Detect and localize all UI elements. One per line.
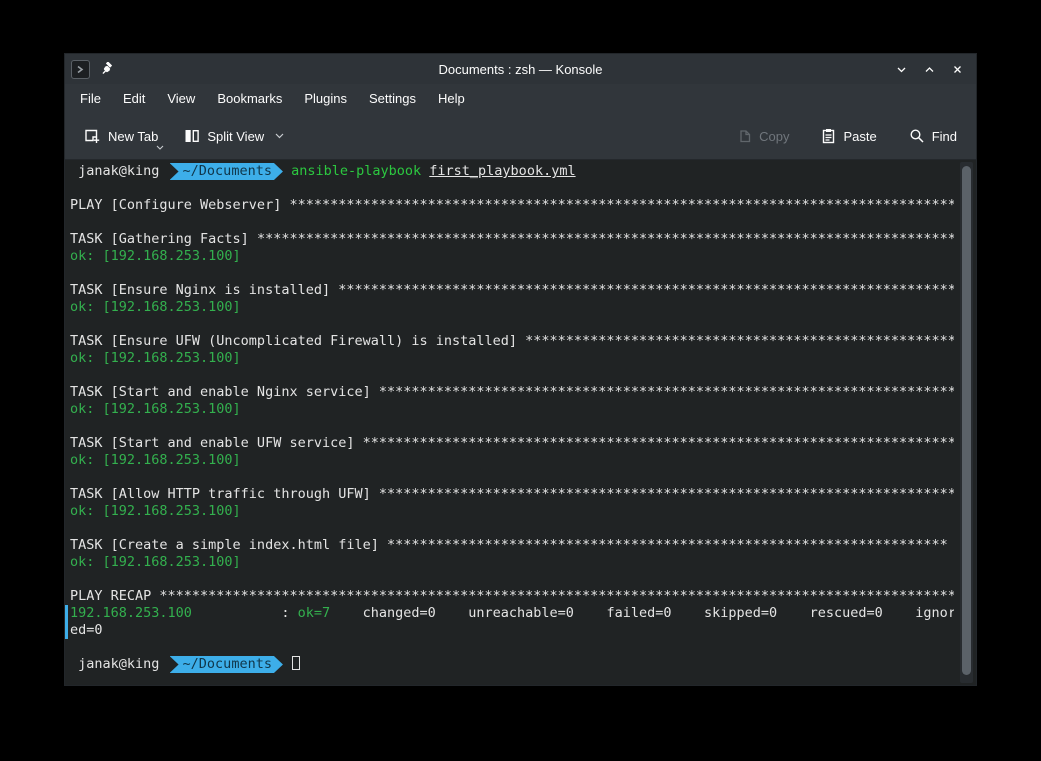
terminal-area[interactable]: janak@king ~/Documents ansible-playbook … xyxy=(65,159,976,685)
copy-label: Copy xyxy=(759,129,789,144)
new-output-marker xyxy=(65,605,68,639)
close-button[interactable] xyxy=(948,60,966,78)
new-tab-label: New Tab xyxy=(108,129,158,144)
terminal-line xyxy=(70,316,954,333)
paste-button[interactable]: Paste xyxy=(812,121,885,151)
menu-file[interactable]: File xyxy=(69,87,112,110)
menu-view[interactable]: View xyxy=(156,87,206,110)
pin-icon[interactable] xyxy=(98,60,116,78)
terminal-line: ok: [192.168.253.100] xyxy=(70,503,954,520)
copy-icon xyxy=(737,128,752,144)
terminal-line: janak@king ~/Documents xyxy=(70,656,954,673)
split-view-label: Split View xyxy=(207,129,264,144)
terminal-line xyxy=(70,639,954,656)
terminal-line: ok: [192.168.253.100] xyxy=(70,299,954,316)
terminal-line xyxy=(70,571,954,588)
terminal-line: ok: [192.168.253.100] xyxy=(70,401,954,418)
terminal-line: TASK [Gathering Facts] *****************… xyxy=(70,231,954,248)
scrollbar-thumb[interactable] xyxy=(962,166,971,675)
terminal-line xyxy=(70,180,954,197)
menubar: File Edit View Bookmarks Plugins Setting… xyxy=(65,84,976,113)
menu-edit[interactable]: Edit xyxy=(112,87,156,110)
split-view-icon xyxy=(184,128,200,144)
terminal-line: ok: [192.168.253.100] xyxy=(70,248,954,265)
menu-plugins[interactable]: Plugins xyxy=(293,87,358,110)
menu-bookmarks[interactable]: Bookmarks xyxy=(206,87,293,110)
minimize-button[interactable] xyxy=(892,60,910,78)
powerline-path-badge: ~/Documents xyxy=(170,656,283,673)
konsole-window: Documents : zsh — Konsole File Edit View… xyxy=(64,53,977,686)
terminal-line xyxy=(70,265,954,282)
split-view-button[interactable]: Split View xyxy=(175,121,293,151)
terminal-line: 192.168.253.100 : ok=7 changed=0 unreach… xyxy=(70,605,954,622)
terminal-line: TASK [Start and enable UFW service] ****… xyxy=(70,435,954,452)
find-icon xyxy=(909,128,925,144)
new-tab-icon xyxy=(84,128,101,144)
terminal-line: ok: [192.168.253.100] xyxy=(70,350,954,367)
menu-help[interactable]: Help xyxy=(427,87,476,110)
terminal-line: TASK [Ensure UFW (Uncomplicated Firewall… xyxy=(70,333,954,350)
terminal-prompt-glyph xyxy=(75,64,86,75)
new-tab-button[interactable]: New Tab xyxy=(75,121,167,151)
terminal-line: TASK [Create a simple index.html file] *… xyxy=(70,537,954,554)
terminal-line xyxy=(70,418,954,435)
terminal-line: ed=0 xyxy=(70,622,954,639)
split-view-dropdown-chevron xyxy=(275,133,284,139)
terminal-line xyxy=(70,367,954,384)
window-title: Documents : zsh — Konsole xyxy=(65,62,976,77)
copy-button[interactable]: Copy xyxy=(728,121,798,151)
terminal-line: TASK [Allow HTTP traffic through UFW] **… xyxy=(70,486,954,503)
terminal-line: TASK [Ensure Nginx is installed] *******… xyxy=(70,282,954,299)
terminal-cursor xyxy=(292,656,300,670)
terminal-output: janak@king ~/Documents ansible-playbook … xyxy=(70,163,954,685)
terminal-line: ok: [192.168.253.100] xyxy=(70,554,954,571)
find-button[interactable]: Find xyxy=(900,121,966,151)
toolbar: New Tab Split View Copy xyxy=(65,113,976,159)
terminal-line: PLAY [Configure Webserver] *************… xyxy=(70,197,954,214)
paste-label: Paste xyxy=(843,129,876,144)
terminal-line: TASK [Start and enable Nginx service] **… xyxy=(70,384,954,401)
terminal-line xyxy=(70,469,954,486)
scrollbar-track[interactable] xyxy=(960,162,973,683)
menu-settings[interactable]: Settings xyxy=(358,87,427,110)
konsole-app-icon[interactable] xyxy=(71,60,90,79)
new-tab-dropdown-chevron xyxy=(156,145,164,150)
powerline-path-badge: ~/Documents xyxy=(170,163,283,180)
find-label: Find xyxy=(932,129,957,144)
paste-icon xyxy=(821,128,836,144)
maximize-button[interactable] xyxy=(920,60,938,78)
terminal-line: janak@king ~/Documents ansible-playbook … xyxy=(70,163,954,180)
terminal-line xyxy=(70,520,954,537)
terminal-line: PLAY RECAP *****************************… xyxy=(70,588,954,605)
titlebar[interactable]: Documents : zsh — Konsole xyxy=(65,54,976,84)
terminal-line xyxy=(70,214,954,231)
terminal-line: ok: [192.168.253.100] xyxy=(70,452,954,469)
